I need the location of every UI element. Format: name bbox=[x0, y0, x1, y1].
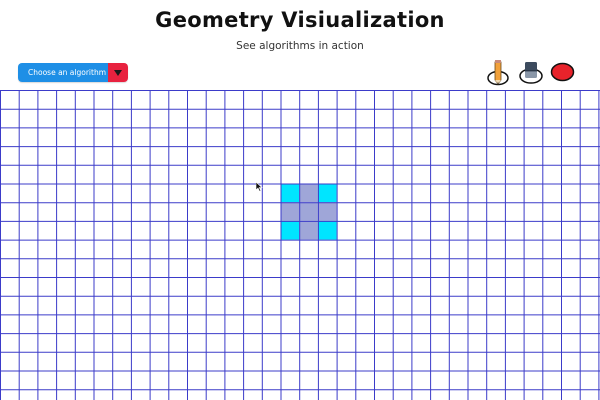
algorithm-select-label: Choose an algorithm bbox=[18, 63, 108, 82]
pencil-tool-button[interactable] bbox=[486, 56, 510, 86]
drawing-grid[interactable] bbox=[0, 90, 600, 400]
page-title: Geometry Visiualization bbox=[155, 8, 445, 32]
grid-cell-filled[interactable] bbox=[299, 220, 318, 240]
eraser-tool-button[interactable] bbox=[518, 55, 544, 85]
grid-cell-filled[interactable] bbox=[280, 183, 300, 203]
color-swatch-icon bbox=[550, 62, 575, 82]
eraser-icon bbox=[518, 55, 544, 85]
grid-canvas[interactable] bbox=[0, 90, 600, 400]
grid-cell-filled[interactable] bbox=[317, 183, 337, 203]
grid-cell-filled[interactable] bbox=[280, 202, 300, 221]
page-subtitle: See algorithms in action bbox=[236, 40, 364, 52]
grid-cell-filled[interactable] bbox=[299, 183, 318, 203]
mouse-pointer-icon bbox=[255, 177, 264, 196]
app-root: Geometry Visiualization See algorithms i… bbox=[0, 0, 600, 400]
header: Geometry Visiualization See algorithms i… bbox=[0, 0, 600, 90]
grid-cell-filled[interactable] bbox=[280, 220, 300, 240]
triangle-down-icon[interactable] bbox=[108, 63, 128, 82]
grid-cell-filled[interactable] bbox=[317, 202, 337, 221]
color-tool-button[interactable] bbox=[550, 62, 575, 82]
pencil-icon bbox=[486, 56, 510, 86]
grid-cell-filled[interactable] bbox=[299, 202, 318, 221]
algorithm-select[interactable]: Choose an algorithm bbox=[18, 63, 128, 82]
grid-cell-filled[interactable] bbox=[317, 220, 337, 240]
